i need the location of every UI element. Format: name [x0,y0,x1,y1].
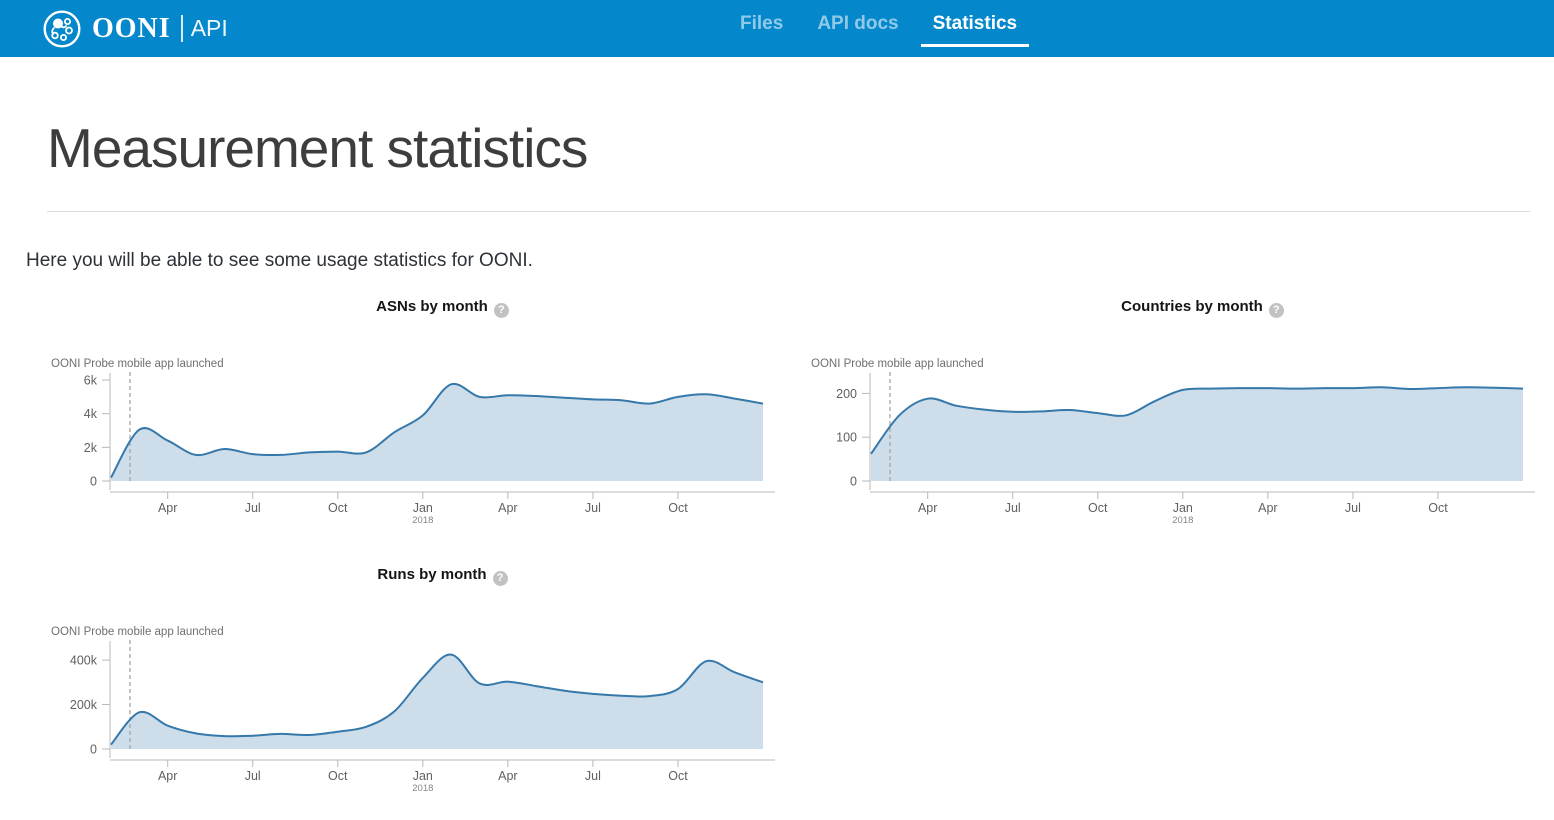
octopus-icon [42,9,82,49]
y-tick-label: 0 [90,475,97,489]
chart-title: Runs by month? [110,566,775,586]
help-icon[interactable]: ? [494,303,509,318]
brand-name: OONI [92,13,171,45]
area-chart-svg[interactable]: OONI Probe mobile app launched 0 2k 4k 6k Apr… [0,352,777,530]
x-tick-label: Oct [668,501,688,515]
x-tick-label: Oct [328,501,348,515]
annotation-label: OONI Probe mobile app launched [811,358,984,370]
x-tick-label: Apr [498,769,517,783]
x-tick-label: Oct [1428,501,1448,515]
help-icon[interactable]: ? [1269,303,1284,318]
x-tick-label: Oct [1088,501,1108,515]
y-tick-label: 200 [836,387,857,401]
x-tick-year-label: 2018 [412,783,433,794]
nav-item-api-docs[interactable]: API docs [805,0,910,47]
area-chart-svg[interactable]: OONI Probe mobile app launched 0 100 200 Apr… [760,352,1537,530]
ooni-logo[interactable]: OONI API [42,0,228,57]
x-tick-label: Jul [1005,501,1021,515]
chart-title-text: Runs by month [377,566,486,583]
x-tick-label: Jan [413,769,433,783]
chart-countries-by-month: Countries by month? OONI Probe mobile ap… [760,280,1537,548]
x-tick-label: Apr [158,501,177,515]
x-tick-label: Oct [668,769,688,783]
brand-divider [181,15,183,42]
x-tick-label: Jan [413,501,433,515]
x-tick-label: Jul [585,769,601,783]
chart-runs-by-month: Runs by month? OONI Probe mobile app lau… [0,548,777,816]
y-tick-label: 400k [70,654,98,668]
x-tick-label: Apr [498,501,517,515]
main-nav: Files API docs Statistics [728,0,1029,57]
help-icon[interactable]: ? [493,571,508,586]
app-header: OONI API Files API docs Statistics [0,0,1554,57]
area-fill [871,387,1523,481]
title-divider [47,211,1530,212]
chart-asns-by-month: ASNs by month? OONI Probe mobile app lau… [0,280,777,548]
x-tick-label: Jul [245,501,261,515]
brand-sub: API [191,15,228,42]
nav-item-statistics[interactable]: Statistics [921,0,1029,47]
x-tick-label: Apr [158,769,177,783]
y-tick-label: 0 [90,743,97,757]
chart-title-text: Countries by month [1121,298,1263,315]
y-tick-label: 100 [836,431,857,445]
x-tick-label: Jul [245,769,261,783]
y-tick-label: 6k [84,374,98,388]
x-tick-year-label: 2018 [412,515,433,526]
nav-item-files[interactable]: Files [728,0,795,47]
y-tick-label: 0 [850,475,857,489]
x-tick-label: Apr [918,501,937,515]
x-tick-label: Jul [585,501,601,515]
chart-title: ASNs by month? [110,298,775,318]
chart-title: Countries by month? [870,298,1535,318]
x-tick-label: Apr [1258,501,1277,515]
y-tick-label: 200k [70,698,98,712]
y-tick-label: 2k [84,441,98,455]
annotation-label: OONI Probe mobile app launched [51,358,224,370]
x-tick-label: Oct [328,769,348,783]
annotation-label: OONI Probe mobile app launched [51,626,224,638]
chart-title-text: ASNs by month [376,298,488,315]
x-tick-label: Jul [1345,501,1361,515]
area-chart-svg[interactable]: OONI Probe mobile app launched 0 200k 400k A… [0,620,777,798]
page-title: Measurement statistics [47,116,587,180]
x-tick-label: Jan [1173,501,1193,515]
y-tick-label: 4k [84,407,98,421]
x-tick-year-label: 2018 [1172,515,1193,526]
intro-text: Here you will be able to see some usage … [26,250,533,272]
